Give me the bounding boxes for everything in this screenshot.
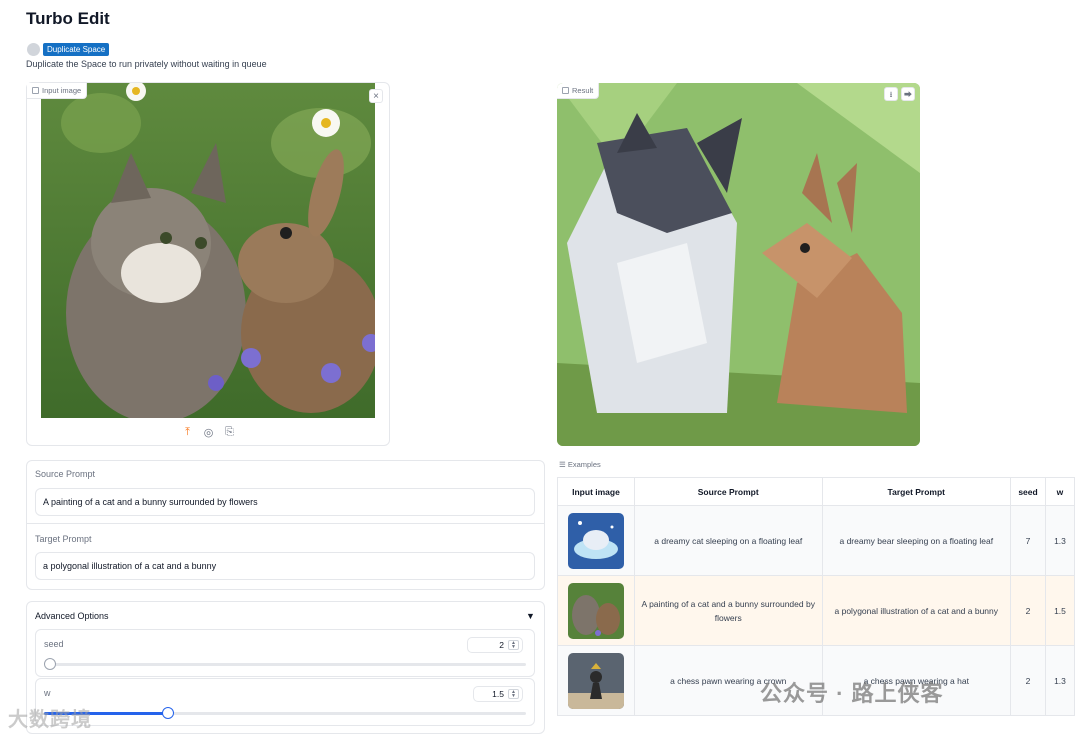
- example-target-cell[interactable]: a dreamy bear sleeping on a floating lea…: [821, 505, 1012, 576]
- example-thumbnail-cell[interactable]: [557, 575, 635, 646]
- input-image[interactable]: [41, 83, 375, 418]
- example-row[interactable]: A painting of a cat and a bunny surround…: [557, 575, 1076, 646]
- result-buttons: ⭳ ⮕: [884, 87, 915, 101]
- share-icon[interactable]: ⮕: [901, 87, 915, 101]
- result-image: [557, 83, 920, 446]
- app-title: Turbo Edit: [26, 9, 110, 28]
- column-header-target-prompt: Target Prompt: [821, 477, 1012, 506]
- example-thumbnail-cell[interactable]: [557, 645, 635, 716]
- clipboard-icon[interactable]: ⎘: [223, 426, 236, 439]
- input-image-art: [41, 83, 375, 418]
- example-thumbnail-cell[interactable]: [557, 505, 635, 576]
- examples-label: ☰ Examples: [559, 460, 601, 469]
- example-seed-cell[interactable]: 2: [1010, 645, 1046, 716]
- column-header-w: w: [1044, 477, 1076, 506]
- target-prompt-label: Target Prompt: [35, 534, 92, 544]
- result-label: Result: [557, 83, 600, 99]
- source-prompt-input[interactable]: A painting of a cat and a bunny surround…: [35, 488, 535, 516]
- example-thumbnail[interactable]: [567, 652, 624, 709]
- stepper-icon[interactable]: ▲ ▼: [508, 689, 519, 699]
- w-block: [35, 678, 535, 726]
- w-slider[interactable]: [44, 707, 526, 719]
- download-icon[interactable]: ⭳: [884, 87, 898, 101]
- duplicate-row: Duplicate Space: [27, 43, 110, 56]
- clear-image-button[interactable]: ×: [369, 89, 383, 103]
- w-label: w: [44, 688, 51, 698]
- example-target-cell[interactable]: a polygonal illustration of a cat and a …: [821, 575, 1012, 646]
- example-seed-cell[interactable]: 7: [1010, 505, 1046, 576]
- column-header-source-prompt: Source Prompt: [633, 477, 823, 506]
- input-image-label: Input image: [27, 83, 88, 99]
- example-row[interactable]: a dreamy cat sleeping on a floating leaf…: [557, 505, 1076, 576]
- w-number-input[interactable]: 1.5 ▲ ▼: [473, 686, 523, 702]
- space-icon: [27, 43, 40, 56]
- advanced-options-toggle[interactable]: Advanced Options: [35, 611, 109, 621]
- watermark-right: 公众号 · 路上侠客: [760, 681, 944, 706]
- example-seed-cell[interactable]: 2: [1010, 575, 1046, 646]
- image-icon: [562, 87, 569, 94]
- example-thumbnail[interactable]: [567, 582, 624, 639]
- column-header-seed: seed: [1010, 477, 1046, 506]
- source-prompt-label: Source Prompt: [35, 469, 96, 479]
- example-source-cell[interactable]: A painting of a cat and a bunny surround…: [633, 575, 823, 646]
- input-image-tools: ⤒ ◎ ⎘: [181, 426, 236, 439]
- caret-down-icon[interactable]: ▼: [526, 611, 535, 621]
- seed-label: seed: [44, 639, 64, 649]
- example-source-cell[interactable]: a dreamy cat sleeping on a floating leaf: [633, 505, 823, 576]
- upload-icon[interactable]: ⤒: [181, 426, 194, 439]
- column-header-input-image: Input image: [557, 477, 635, 506]
- example-w-cell[interactable]: 1.3: [1044, 645, 1076, 716]
- example-thumbnail[interactable]: [567, 512, 624, 569]
- webcam-icon[interactable]: ◎: [202, 426, 215, 439]
- example-w-cell[interactable]: 1.3: [1044, 505, 1076, 576]
- watermark-left: 大数跨境: [8, 709, 92, 731]
- seed-block: [35, 629, 535, 677]
- seed-number-input[interactable]: 2 ▲ ▼: [467, 637, 523, 653]
- result-image-art: [557, 83, 920, 446]
- duplicate-description: Duplicate the Space to run privately wit…: [26, 59, 267, 69]
- image-icon: [32, 87, 39, 94]
- duplicate-space-button[interactable]: Duplicate Space: [43, 43, 110, 56]
- example-w-cell[interactable]: 1.5: [1044, 575, 1076, 646]
- stepper-icon[interactable]: ▲ ▼: [508, 640, 519, 650]
- target-prompt-input[interactable]: a polygonal illustration of a cat and a …: [35, 552, 535, 580]
- seed-slider-thumb[interactable]: [44, 658, 56, 670]
- divider: [27, 523, 544, 524]
- seed-slider[interactable]: [44, 658, 526, 670]
- w-slider-thumb[interactable]: [162, 707, 174, 719]
